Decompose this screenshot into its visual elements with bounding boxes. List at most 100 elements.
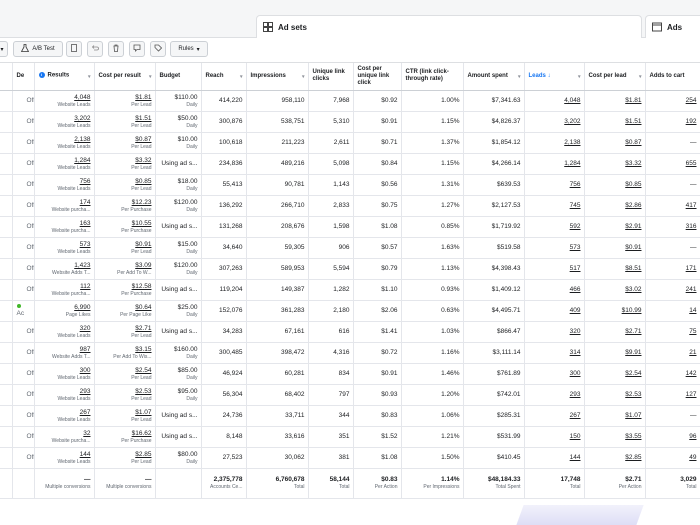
cost-per-lead-value[interactable]: $2.91 bbox=[588, 223, 641, 231]
tab-ad-sets[interactable]: Ad sets bbox=[256, 15, 642, 38]
leads-value[interactable]: 267 bbox=[528, 412, 581, 420]
results-value[interactable]: 320 bbox=[38, 325, 91, 333]
cost-per-result-value[interactable]: $0.85 bbox=[98, 178, 151, 186]
adds-to-cart-cell[interactable]: — bbox=[645, 405, 700, 427]
adds-to-cart-value[interactable]: 49 bbox=[649, 454, 696, 462]
leads-value[interactable]: 573 bbox=[528, 244, 581, 252]
budget-cell[interactable]: Using ad s... bbox=[155, 426, 202, 448]
results-value[interactable]: 293 bbox=[38, 388, 91, 396]
table-row[interactable]: Off573Website Leads$0.91Per Lead$15.00Da… bbox=[0, 237, 700, 259]
results-cell[interactable]: 320 Website Leads bbox=[34, 321, 95, 343]
tab-ads[interactable]: Ads bbox=[645, 15, 700, 38]
adds-to-cart-cell[interactable]: 417 bbox=[645, 195, 700, 217]
leads-cell[interactable]: 409 bbox=[524, 300, 585, 322]
cost-per-result-cell[interactable]: $16.62 Per Purchase bbox=[94, 426, 156, 448]
budget-cell[interactable]: $25.00 Daily bbox=[155, 300, 202, 322]
budget-cell[interactable]: $160.00 Daily bbox=[155, 342, 202, 364]
delivery-cell[interactable]: Off bbox=[12, 237, 35, 259]
delete-button[interactable] bbox=[108, 41, 124, 57]
results-value[interactable]: 300 bbox=[38, 367, 91, 375]
col-reach[interactable]: Reach ▾ bbox=[201, 63, 247, 91]
cost-per-lead-cell[interactable]: $2.91 bbox=[584, 216, 646, 238]
adds-to-cart-value[interactable]: 75 bbox=[649, 328, 696, 336]
delivery-cell[interactable]: Off bbox=[12, 174, 35, 196]
adds-to-cart-cell[interactable]: 655 bbox=[645, 153, 700, 175]
results-value[interactable]: 163 bbox=[38, 220, 91, 228]
cost-per-lead-value[interactable]: $0.91 bbox=[588, 244, 641, 252]
cost-per-result-value[interactable]: $0.87 bbox=[98, 136, 151, 144]
adds-to-cart-cell[interactable]: — bbox=[645, 237, 700, 259]
adds-to-cart-value[interactable]: 142 bbox=[649, 370, 697, 378]
col-amount-spent[interactable]: Amount spent ▾ bbox=[463, 63, 525, 91]
leads-value[interactable]: 320 bbox=[528, 328, 581, 336]
results-value[interactable]: 3,202 bbox=[38, 115, 90, 123]
cost-per-lead-cell[interactable]: $0.91 bbox=[584, 237, 646, 259]
more-button[interactable]: ▾ bbox=[0, 41, 8, 57]
leads-cell[interactable]: 293 bbox=[524, 384, 585, 406]
col-adds-to-cart[interactable]: Adds to cart bbox=[645, 63, 700, 91]
results-cell[interactable]: 267 Website Leads bbox=[34, 405, 95, 427]
results-cell[interactable]: 4,048 Website Leads bbox=[34, 90, 95, 112]
delivery-cell[interactable]: Off bbox=[12, 258, 35, 280]
adds-to-cart-value[interactable]: 192 bbox=[649, 118, 697, 126]
table-row[interactable]: Off1,284Website Leads$3.32Per LeadUsing … bbox=[0, 153, 700, 175]
col-leads[interactable]: Leads ↓ ▾ bbox=[524, 63, 585, 91]
cost-per-result-cell[interactable]: $1.07 Per Lead bbox=[94, 405, 156, 427]
cost-per-result-cell[interactable]: $1.81 Per Lead bbox=[94, 90, 156, 112]
adds-to-cart-value[interactable]: 14 bbox=[649, 307, 696, 315]
leads-value[interactable]: 745 bbox=[528, 202, 581, 210]
results-cell[interactable]: 32 Website purcha... bbox=[34, 426, 95, 448]
results-value[interactable]: 1,284 bbox=[38, 157, 90, 165]
cost-per-lead-cell[interactable]: $2.86 bbox=[584, 195, 646, 217]
delivery-cell[interactable]: Off bbox=[12, 132, 35, 154]
leads-cell[interactable]: 267 bbox=[524, 405, 585, 427]
col-cost-per-lead[interactable]: Cost per lead ▾ bbox=[584, 63, 646, 91]
undo-button[interactable] bbox=[87, 41, 103, 57]
table-row[interactable]: Off987Website Adds T...$3.15Per Add To W… bbox=[0, 342, 700, 364]
col-cost-per-result[interactable]: Cost per result ▾ bbox=[94, 63, 156, 91]
cost-per-lead-cell[interactable]: $8.51 bbox=[584, 258, 646, 280]
cost-per-lead-value[interactable]: $2.53 bbox=[588, 391, 641, 399]
cost-per-lead-cell[interactable]: $1.51 bbox=[584, 111, 646, 133]
table-row[interactable]: Ac 6,990 Page Likes $0.64 Per Page Like $25.0… bbox=[0, 300, 700, 322]
leads-value[interactable]: 1,284 bbox=[528, 160, 580, 168]
budget-cell[interactable]: Using ad s... bbox=[155, 321, 202, 343]
cost-per-lead-cell[interactable]: $1.81 bbox=[584, 90, 646, 112]
table-row[interactable]: Off163Website purcha...$10.55Per Purchas… bbox=[0, 216, 700, 238]
cost-per-lead-cell[interactable]: $2.53 bbox=[584, 384, 646, 406]
results-value[interactable]: 573 bbox=[38, 241, 91, 249]
leads-value[interactable]: 3,202 bbox=[528, 118, 580, 126]
delivery-cell[interactable]: Off bbox=[12, 153, 35, 175]
table-row[interactable]: Off293Website Leads$2.53Per Lead$95.00Da… bbox=[0, 384, 700, 406]
results-value[interactable]: 1,423 bbox=[38, 262, 90, 270]
adds-to-cart-cell[interactable]: 21 bbox=[645, 342, 700, 364]
cost-per-result-value[interactable]: $2.54 bbox=[98, 367, 151, 375]
cost-per-result-cell[interactable]: $2.71 Per Lead bbox=[94, 321, 156, 343]
ab-test-button[interactable]: A/B Test bbox=[13, 41, 63, 57]
results-cell[interactable]: 163 Website purcha... bbox=[34, 216, 95, 238]
delivery-cell[interactable]: Off bbox=[12, 384, 35, 406]
cost-per-lead-value[interactable]: $0.87 bbox=[588, 139, 641, 147]
results-cell[interactable]: 300 Website Leads bbox=[34, 363, 95, 385]
cost-per-lead-value[interactable]: $1.81 bbox=[588, 97, 641, 105]
adds-to-cart-value[interactable]: 21 bbox=[649, 349, 696, 357]
adds-to-cart-value[interactable]: — bbox=[649, 181, 697, 189]
adds-to-cart-cell[interactable]: 171 bbox=[645, 258, 700, 280]
cost-per-lead-cell[interactable]: $10.99 bbox=[584, 300, 646, 322]
budget-cell[interactable]: Using ad s... bbox=[155, 405, 202, 427]
results-cell[interactable]: 174 Website purcha... bbox=[34, 195, 95, 217]
cost-per-result-value[interactable]: $3.15 bbox=[98, 346, 151, 354]
delivery-cell[interactable]: Ac bbox=[12, 300, 35, 322]
leads-cell[interactable]: 745 bbox=[524, 195, 585, 217]
adds-to-cart-value[interactable]: 316 bbox=[649, 223, 697, 231]
table-row[interactable]: Off3,202Website Leads$1.51Per Lead$50.00… bbox=[0, 111, 700, 133]
cost-per-lead-cell[interactable]: $3.55 bbox=[584, 426, 646, 448]
delivery-cell[interactable]: Off bbox=[12, 426, 35, 448]
col-delivery[interactable]: De bbox=[12, 63, 35, 91]
leads-value[interactable]: 2,138 bbox=[528, 139, 580, 147]
adds-to-cart-cell[interactable]: — bbox=[645, 132, 700, 154]
table-row[interactable]: Off267Website Leads$1.07Per LeadUsing ad… bbox=[0, 405, 700, 427]
cost-per-lead-cell[interactable]: $2.85 bbox=[584, 447, 646, 469]
cost-per-result-value[interactable]: $2.53 bbox=[98, 388, 151, 396]
col-unique-link-clicks[interactable]: Unique link clicks bbox=[308, 63, 354, 91]
